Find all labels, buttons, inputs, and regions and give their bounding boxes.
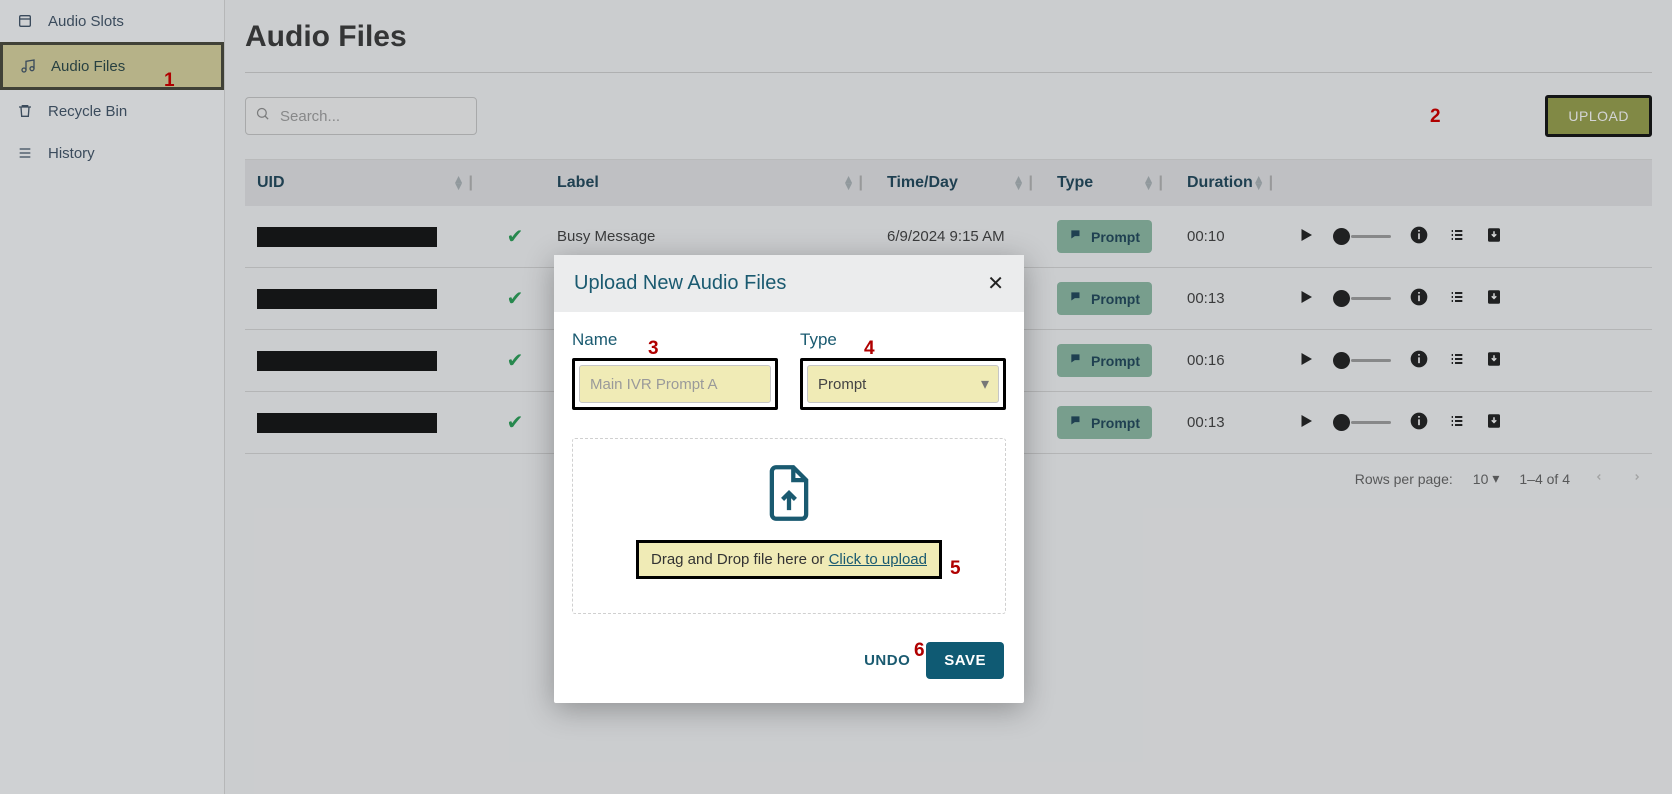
play-icon[interactable] (1297, 412, 1315, 434)
sidebar: Audio Slots Audio Files Recycle Bin Hist… (0, 0, 225, 794)
close-icon[interactable]: ✕ (987, 271, 1004, 296)
modal-header: Upload New Audio Files ✕ (554, 255, 1024, 312)
prompt-icon (1069, 228, 1083, 245)
next-page-button[interactable] (1628, 470, 1646, 487)
click-to-upload-link[interactable]: Click to upload (829, 551, 927, 568)
sidebar-item-label: Audio Slots (48, 13, 124, 30)
uid-redacted (257, 227, 437, 247)
col-header-duration[interactable]: Duration▲▼| (1175, 174, 1285, 192)
cell-duration: 00:13 (1175, 414, 1285, 431)
layers-icon (16, 12, 34, 30)
save-button[interactable]: SAVE (926, 642, 1004, 679)
rows-per-page-select[interactable]: 10 ▾ (1473, 470, 1500, 487)
dropzone-text: Drag and Drop file here or Click to uplo… (636, 540, 942, 579)
info-icon[interactable] (1409, 225, 1429, 249)
search-icon (255, 106, 270, 126)
menu-icon[interactable] (1447, 351, 1467, 371)
menu-icon[interactable] (1447, 289, 1467, 309)
trash-icon (16, 102, 34, 120)
volume-slider[interactable] (1333, 290, 1391, 307)
prev-page-button[interactable] (1590, 470, 1608, 487)
check-icon: ✔ (507, 286, 524, 311)
cell-time: 6/9/2024 9:15 AM (875, 228, 1045, 245)
col-header-uid[interactable]: UID▲▼| (245, 174, 485, 192)
sidebar-item-audio-slots[interactable]: Audio Slots (0, 0, 224, 42)
download-icon[interactable] (1485, 287, 1503, 311)
sidebar-item-audio-files[interactable]: Audio Files (0, 42, 224, 90)
play-icon[interactable] (1297, 226, 1315, 248)
name-input[interactable] (579, 365, 771, 403)
cell-duration: 00:13 (1175, 290, 1285, 307)
menu-icon[interactable] (1447, 413, 1467, 433)
type-badge: Prompt (1057, 406, 1152, 439)
sidebar-item-label: History (48, 145, 95, 162)
modal-title: Upload New Audio Files (574, 272, 786, 295)
prompt-icon (1069, 414, 1083, 431)
search-input[interactable] (245, 97, 477, 135)
prompt-icon (1069, 290, 1083, 307)
check-icon: ✔ (507, 224, 524, 249)
uid-redacted (257, 351, 437, 371)
play-icon[interactable] (1297, 350, 1315, 372)
sidebar-item-history[interactable]: History (0, 132, 224, 174)
list-icon (16, 144, 34, 162)
note-icon (19, 57, 37, 75)
toolbar: UPLOAD (245, 73, 1652, 147)
cell-duration: 00:10 (1175, 228, 1285, 245)
rows-per-page-label: Rows per page: (1355, 471, 1453, 487)
download-icon[interactable] (1485, 349, 1503, 373)
type-badge: Prompt (1057, 220, 1152, 253)
cell-duration: 00:16 (1175, 352, 1285, 369)
info-icon[interactable] (1409, 411, 1429, 435)
uid-redacted (257, 413, 437, 433)
caret-down-icon: ▾ (1492, 470, 1499, 487)
type-badge: Prompt (1057, 344, 1152, 377)
col-header-type[interactable]: Type▲▼| (1045, 174, 1175, 192)
play-icon[interactable] (1297, 288, 1315, 310)
type-select[interactable] (807, 365, 999, 403)
volume-slider[interactable] (1333, 228, 1391, 245)
sidebar-item-recycle-bin[interactable]: Recycle Bin (0, 90, 224, 132)
table-header: UID▲▼| Label▲▼| Time/Day▲▼| Type▲▼| Dura… (245, 160, 1652, 206)
uid-redacted (257, 289, 437, 309)
sidebar-item-label: Recycle Bin (48, 103, 127, 120)
upload-modal: Upload New Audio Files ✕ Name Type (554, 255, 1024, 703)
type-field-label: Type (800, 330, 1006, 350)
download-icon[interactable] (1485, 411, 1503, 435)
volume-slider[interactable] (1333, 414, 1391, 431)
col-header-time[interactable]: Time/Day▲▼| (875, 174, 1045, 192)
upload-file-icon (583, 463, 995, 528)
page-title: Audio Files (245, 0, 1652, 73)
search-wrap (245, 97, 477, 135)
type-badge: Prompt (1057, 282, 1152, 315)
check-icon: ✔ (507, 410, 524, 435)
upload-button[interactable]: UPLOAD (1545, 95, 1652, 137)
info-icon[interactable] (1409, 349, 1429, 373)
volume-slider[interactable] (1333, 352, 1391, 369)
name-field-label: Name (572, 330, 778, 350)
menu-icon[interactable] (1447, 227, 1467, 247)
info-icon[interactable] (1409, 287, 1429, 311)
col-header-label[interactable]: Label▲▼| (545, 174, 875, 192)
file-dropzone[interactable]: Drag and Drop file here or Click to uplo… (572, 438, 1006, 614)
undo-button[interactable]: UNDO (864, 652, 910, 669)
page-range: 1–4 of 4 (1519, 471, 1570, 487)
check-icon: ✔ (507, 348, 524, 373)
cell-label: Busy Message (545, 228, 875, 245)
prompt-icon (1069, 352, 1083, 369)
download-icon[interactable] (1485, 225, 1503, 249)
sidebar-item-label: Audio Files (51, 58, 125, 75)
